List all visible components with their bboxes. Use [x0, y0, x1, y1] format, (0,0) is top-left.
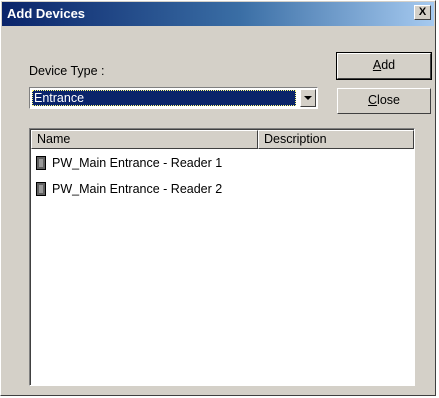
device-type-dropdown[interactable]: Entrance: [29, 87, 318, 109]
close-button-rest: lose: [377, 93, 400, 107]
add-devices-dialog: Add Devices X Device Type : Entrance Add…: [0, 0, 436, 396]
reader-device-icon: [36, 181, 46, 196]
device-type-label: Device Type :: [29, 64, 105, 78]
column-header-description[interactable]: Description: [258, 130, 414, 149]
add-button-rest: dd: [381, 58, 396, 72]
title-bar[interactable]: Add Devices X: [2, 2, 434, 26]
list-item[interactable]: PW_Main Entrance - Reader 2: [36, 179, 222, 199]
device-name: PW_Main Entrance - Reader 2: [52, 182, 223, 196]
close-icon: X: [418, 6, 427, 18]
chevron-down-icon[interactable]: [300, 89, 316, 107]
device-name: PW_Main Entrance - Reader 1: [52, 156, 223, 170]
add-mnemonic: A: [372, 58, 382, 72]
device-list[interactable]: Name Description PW_Main Entrance - Read…: [29, 128, 415, 386]
close-mnemonic: C: [368, 93, 378, 107]
list-item[interactable]: PW_Main Entrance - Reader 1: [36, 153, 222, 173]
list-header: Name Description: [31, 130, 414, 149]
close-button[interactable]: Close: [337, 88, 431, 114]
close-window-button[interactable]: X: [414, 5, 431, 20]
column-header-name[interactable]: Name: [31, 130, 258, 149]
window-title: Add Devices: [7, 6, 86, 21]
add-button[interactable]: Add: [336, 52, 432, 80]
device-type-selected-value[interactable]: Entrance: [32, 90, 296, 106]
reader-device-icon: [36, 155, 46, 170]
